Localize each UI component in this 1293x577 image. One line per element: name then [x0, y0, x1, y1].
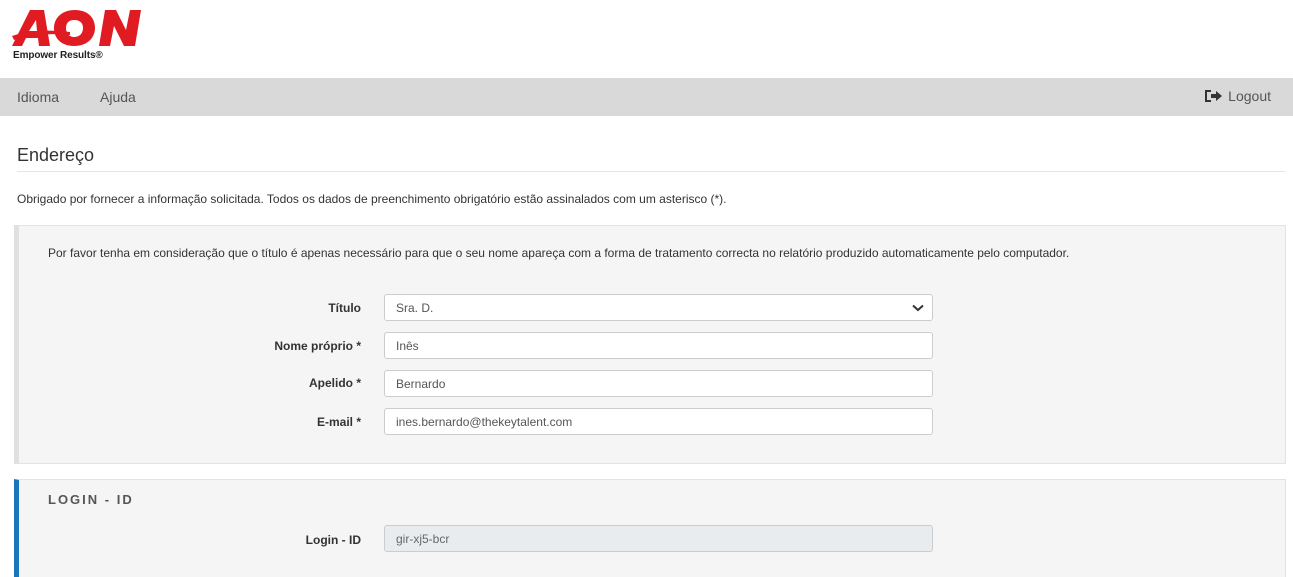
login-id-label: Login - ID [305, 533, 361, 547]
logout-button[interactable]: Logout [1204, 88, 1271, 104]
title-select[interactable]: Sra. D. [384, 294, 933, 321]
last-name-input[interactable]: Bernardo [384, 370, 933, 397]
login-id-heading: LOGIN - ID [48, 492, 134, 507]
title-select-value: Sra. D. [396, 300, 434, 315]
aon-logo: Empower Results® [10, 6, 160, 62]
last-name-label: Apelido * [308, 376, 361, 390]
first-name-label: Nome próprio * [274, 339, 361, 353]
title-divider [17, 171, 1285, 172]
brand-tagline: Empower Results® [13, 50, 103, 61]
intro-text: Obrigado por fornecer a informação solic… [17, 192, 727, 206]
top-navbar: Idioma Ajuda Logout [0, 78, 1293, 116]
page-title: Endereço [17, 145, 95, 165]
chevron-down-icon [912, 304, 924, 311]
email-label: E-mail * [316, 415, 361, 429]
nav-idioma[interactable]: Idioma [17, 89, 59, 105]
title-label: Título [328, 301, 361, 315]
login-id-field: gir-xj5-bcr [384, 525, 933, 552]
login-id-panel: LOGIN - ID Login - ID gir-xj5-bcr [14, 479, 1286, 577]
aon-logo-mark [12, 10, 141, 46]
sign-out-icon [1205, 90, 1223, 102]
first-name-input[interactable]: Inês [384, 332, 933, 359]
email-input[interactable]: ines.bernardo@thekeytalent.com [384, 408, 933, 435]
logout-label: Logout [1228, 88, 1271, 104]
address-panel: Por favor tenha em consideração que o tí… [14, 225, 1286, 464]
nav-ajuda[interactable]: Ajuda [100, 89, 136, 105]
title-note: Por favor tenha em consideração que o tí… [48, 246, 1070, 260]
